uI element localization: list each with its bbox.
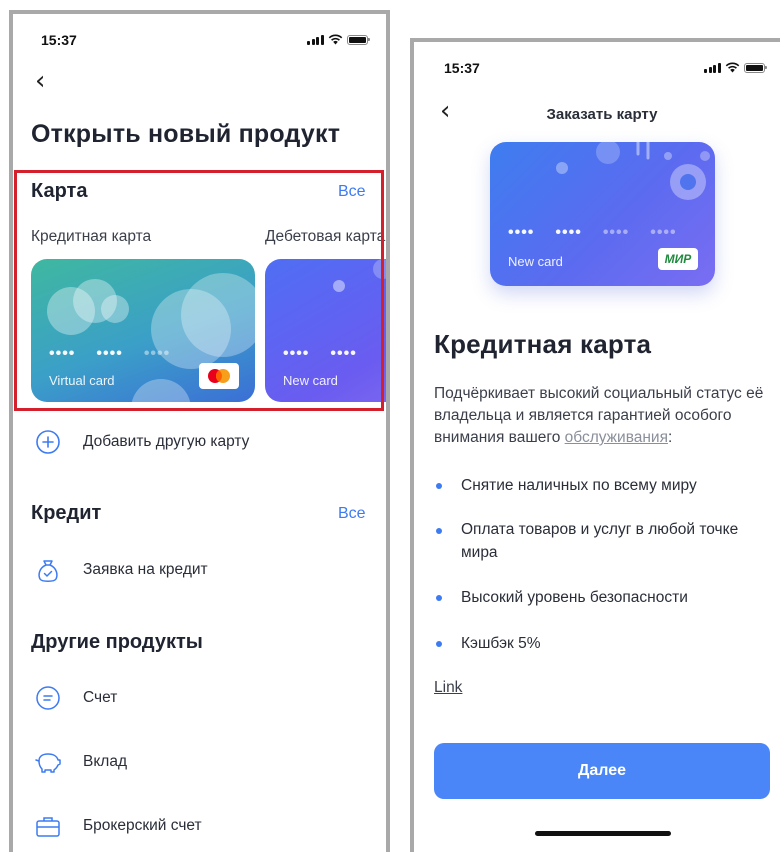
left-screen: 15:37 ‹ Открыть новый продукт Карта Все … xyxy=(9,10,390,852)
card-section-highlight xyxy=(14,170,384,411)
wifi-icon xyxy=(725,62,739,73)
product-description: Подчёркивает высокий социальный статус е… xyxy=(434,385,764,446)
plus-circle-icon xyxy=(36,430,60,454)
credit-all-link[interactable]: Все xyxy=(338,505,366,523)
bullet-dot xyxy=(436,595,442,601)
piggy-bank-icon xyxy=(35,753,61,773)
signal-icon xyxy=(307,34,324,45)
deposit-item[interactable]: Вклад xyxy=(83,753,127,771)
credit-apply-item[interactable]: Заявка на кредит xyxy=(83,561,208,579)
feature-item: Кэшбэк 5% xyxy=(461,635,541,652)
briefcase-icon xyxy=(36,817,60,837)
link[interactable]: Link xyxy=(434,679,462,697)
header-title: Заказать карту xyxy=(546,106,658,123)
home-indicator xyxy=(535,831,671,836)
signal-icon xyxy=(704,62,721,73)
status-icons xyxy=(704,62,767,73)
credit-section-title: Кредит xyxy=(31,502,102,524)
status-icons xyxy=(307,34,370,45)
feature-item: Оплата товаров и услуг в любой точке мир… xyxy=(461,521,739,561)
next-button[interactable]: Далее xyxy=(434,743,770,799)
new-card-preview: •••• •••• •••• •••• New card МИР xyxy=(490,142,715,286)
bullet-dot xyxy=(436,483,442,489)
service-link[interactable]: обслуживания xyxy=(565,429,668,446)
card-number: •••• •••• •••• •••• xyxy=(508,224,677,241)
brokerage-item[interactable]: Брокерский счет xyxy=(83,817,202,835)
back-arrow-icon[interactable]: ‹ xyxy=(35,68,45,94)
feature-item: Высокий уровень безопасности xyxy=(461,589,688,606)
status-time: 15:37 xyxy=(444,60,480,76)
battery-icon xyxy=(743,62,767,73)
account-icon xyxy=(36,686,60,710)
account-item[interactable]: Счет xyxy=(83,689,117,707)
battery-icon xyxy=(346,34,370,45)
product-title: Кредитная карта xyxy=(434,329,652,359)
right-screen: 15:37 ‹ Заказать карту •••• •••• •••• ••… xyxy=(410,38,780,852)
other-products-title: Другие продукты xyxy=(31,631,203,653)
bullet-dot xyxy=(436,528,442,534)
status-time: 15:37 xyxy=(41,32,77,48)
wifi-icon xyxy=(328,34,342,45)
card-name: New card xyxy=(508,254,563,269)
bullet-dot xyxy=(436,641,442,647)
add-card-button[interactable]: Добавить другую карту xyxy=(83,433,249,451)
feature-item: Снятие наличных по всему миру xyxy=(461,477,697,494)
mir-logo-icon: МИР xyxy=(658,248,698,270)
page-title: Открыть новый продукт xyxy=(31,120,341,148)
money-bag-icon xyxy=(38,560,58,582)
